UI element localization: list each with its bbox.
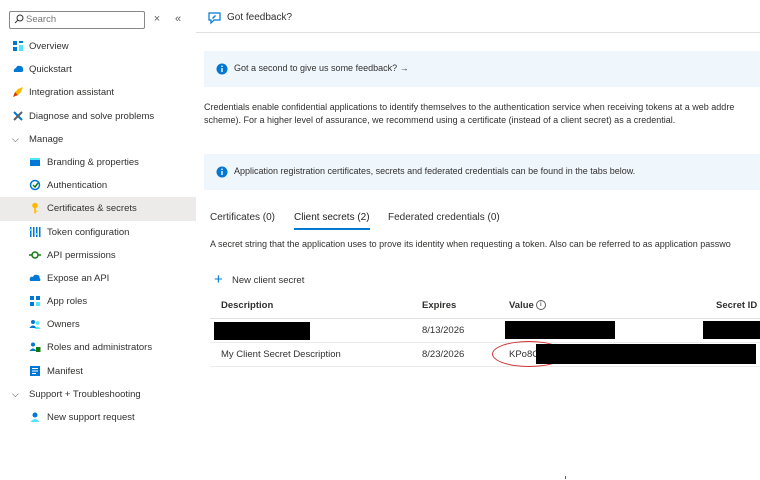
tab-certificates[interactable]: Certificates (0) bbox=[210, 210, 275, 226]
sidebar-item-manifest[interactable]: Manifest bbox=[0, 360, 196, 383]
table-row: 8/13/2026 bbox=[210, 319, 760, 343]
quickstart-icon bbox=[13, 65, 24, 73]
table-row: My Client Secret Description 8/23/2026 K… bbox=[210, 341, 760, 367]
search-input[interactable] bbox=[26, 13, 138, 26]
authentication-icon bbox=[29, 179, 41, 191]
info-icon[interactable]: i bbox=[535, 300, 546, 311]
overview-icon bbox=[13, 41, 23, 51]
tab-client-secrets[interactable]: Client secrets (2) bbox=[294, 210, 370, 230]
redacted-secret-id bbox=[703, 321, 760, 339]
info-icon bbox=[216, 166, 228, 178]
search-icon bbox=[14, 14, 24, 24]
info-banner-text: Application registration certificates, s… bbox=[234, 166, 636, 176]
collapse-sidebar-button[interactable]: « bbox=[171, 11, 185, 27]
wrench-icon bbox=[13, 110, 23, 121]
sidebar-item-app-roles[interactable]: App roles bbox=[0, 290, 196, 313]
clear-search-button[interactable]: × bbox=[150, 11, 164, 27]
sidebar-item-label: Expose an API bbox=[47, 272, 110, 284]
sidebar-nav: Overview Quickstart Integration assistan… bbox=[0, 35, 196, 429]
sidebar-item-quickstart[interactable]: Quickstart bbox=[0, 58, 196, 81]
rocket-icon bbox=[13, 87, 23, 98]
sidebar-item-api-permissions[interactable]: API permissions bbox=[0, 244, 196, 267]
sidebar-item-label: Certificates & secrets bbox=[47, 203, 137, 215]
tab-federated-credentials[interactable]: Federated credentials (0) bbox=[388, 210, 500, 226]
sidebar-item-label: Overview bbox=[29, 41, 69, 52]
plus-icon: + bbox=[214, 271, 223, 288]
sidebar-item-new-support-request[interactable]: New support request bbox=[0, 406, 196, 429]
sidebar-item-label: Integration assistant bbox=[29, 87, 115, 99]
value-header-label: Value bbox=[509, 300, 534, 311]
sidebar-item-integration-assistant[interactable]: Integration assistant bbox=[0, 81, 196, 104]
sidebar-item-label: App roles bbox=[47, 296, 88, 308]
table-header: Description Expires Value i Secret ID bbox=[210, 294, 760, 319]
sidebar-item-label: Roles and administrators bbox=[47, 342, 153, 354]
annotation-mark bbox=[565, 476, 566, 479]
sidebar-item-label: API permissions bbox=[47, 249, 116, 261]
sidebar-item-label: New support request bbox=[47, 412, 135, 423]
sidebar-item-roles-admins[interactable]: Roles and administrators bbox=[0, 336, 196, 359]
sidebar-item-diagnose[interactable]: Diagnose and solve problems bbox=[0, 105, 196, 128]
cell-expires: 8/13/2026 bbox=[422, 325, 465, 336]
feedback-banner[interactable]: Got a second to give us some feedback? → bbox=[204, 51, 760, 87]
sidebar-item-certificates-secrets[interactable]: Certificates & secrets bbox=[0, 197, 196, 221]
roles-admins-icon bbox=[29, 342, 41, 353]
manifest-icon bbox=[30, 365, 40, 376]
sidebar-item-expose-api[interactable]: Expose an API bbox=[0, 267, 196, 290]
sidebar-item-authentication[interactable]: Authentication bbox=[0, 174, 196, 197]
client-secret-hint: A secret string that the application use… bbox=[210, 239, 731, 249]
sidebar-item-label: Token configuration bbox=[47, 226, 130, 238]
sidebar-group-manage[interactable]: ⌵ Manage bbox=[0, 128, 196, 151]
sidebar-item-label: Branding & properties bbox=[47, 156, 139, 168]
branding-icon bbox=[30, 157, 40, 166]
sidebar-item-label: Owners bbox=[47, 319, 80, 331]
sidebar-item-overview[interactable]: Overview bbox=[0, 35, 196, 58]
sidebar-item-label: Quickstart bbox=[29, 64, 72, 76]
column-header-value: Value i bbox=[509, 300, 546, 311]
feedback-icon bbox=[208, 12, 221, 25]
sidebar: × « Overview Quickstart Integration assi… bbox=[0, 0, 196, 480]
api-permissions-icon bbox=[29, 250, 41, 259]
sidebar-group-label: Manage bbox=[29, 133, 64, 145]
app-roles-icon bbox=[30, 296, 40, 307]
sidebar-item-label: Authentication bbox=[47, 180, 108, 192]
redacted-description bbox=[214, 322, 310, 340]
client-secrets-table: Description Expires Value i Secret ID 8/1… bbox=[210, 294, 760, 367]
chevron-down-icon: ⌵ bbox=[12, 388, 19, 399]
column-header-description: Description bbox=[221, 300, 274, 311]
feedback-banner-text[interactable]: Got a second to give us some feedback? → bbox=[234, 63, 409, 73]
sidebar-item-token-configuration[interactable]: Token configuration bbox=[0, 221, 196, 244]
description-line-1: Credentials enable confidential applicat… bbox=[204, 102, 735, 112]
feedback-label: Got feedback? bbox=[227, 12, 293, 23]
owners-icon bbox=[29, 320, 41, 330]
cell-expires: 8/23/2026 bbox=[422, 349, 465, 360]
sidebar-item-branding[interactable]: Branding & properties bbox=[0, 151, 196, 174]
main-content: Got feedback? Got a second to give us so… bbox=[196, 0, 760, 480]
sidebar-item-label: Diagnose and solve problems bbox=[29, 110, 155, 122]
search-box[interactable] bbox=[9, 11, 145, 29]
cell-description: My Client Secret Description bbox=[221, 349, 341, 360]
new-client-secret-label: New client secret bbox=[232, 275, 305, 286]
info-icon bbox=[216, 63, 228, 75]
cloud-icon bbox=[29, 274, 41, 281]
column-header-secret-id: Secret ID bbox=[716, 300, 758, 311]
token-config-icon bbox=[29, 226, 41, 237]
command-bar: Got feedback? bbox=[196, 0, 760, 33]
sidebar-item-owners[interactable]: Owners bbox=[0, 313, 196, 336]
column-header-expires: Expires bbox=[422, 300, 457, 311]
sidebar-group-label: Support + Troubleshooting bbox=[29, 388, 141, 400]
credentials-description: Credentials enable confidential applicat… bbox=[204, 101, 760, 127]
sidebar-item-label: Manifest bbox=[47, 365, 83, 377]
redacted-value bbox=[505, 321, 615, 339]
chevron-down-icon: ⌵ bbox=[12, 133, 19, 144]
key-icon bbox=[32, 203, 38, 214]
description-line-2: scheme). For a higher level of assurance… bbox=[204, 115, 676, 125]
info-banner: Application registration certificates, s… bbox=[204, 154, 760, 190]
sidebar-group-support[interactable]: ⌵ Support + Troubleshooting bbox=[0, 383, 196, 406]
redacted-value bbox=[536, 344, 756, 364]
support-request-icon bbox=[30, 412, 40, 422]
